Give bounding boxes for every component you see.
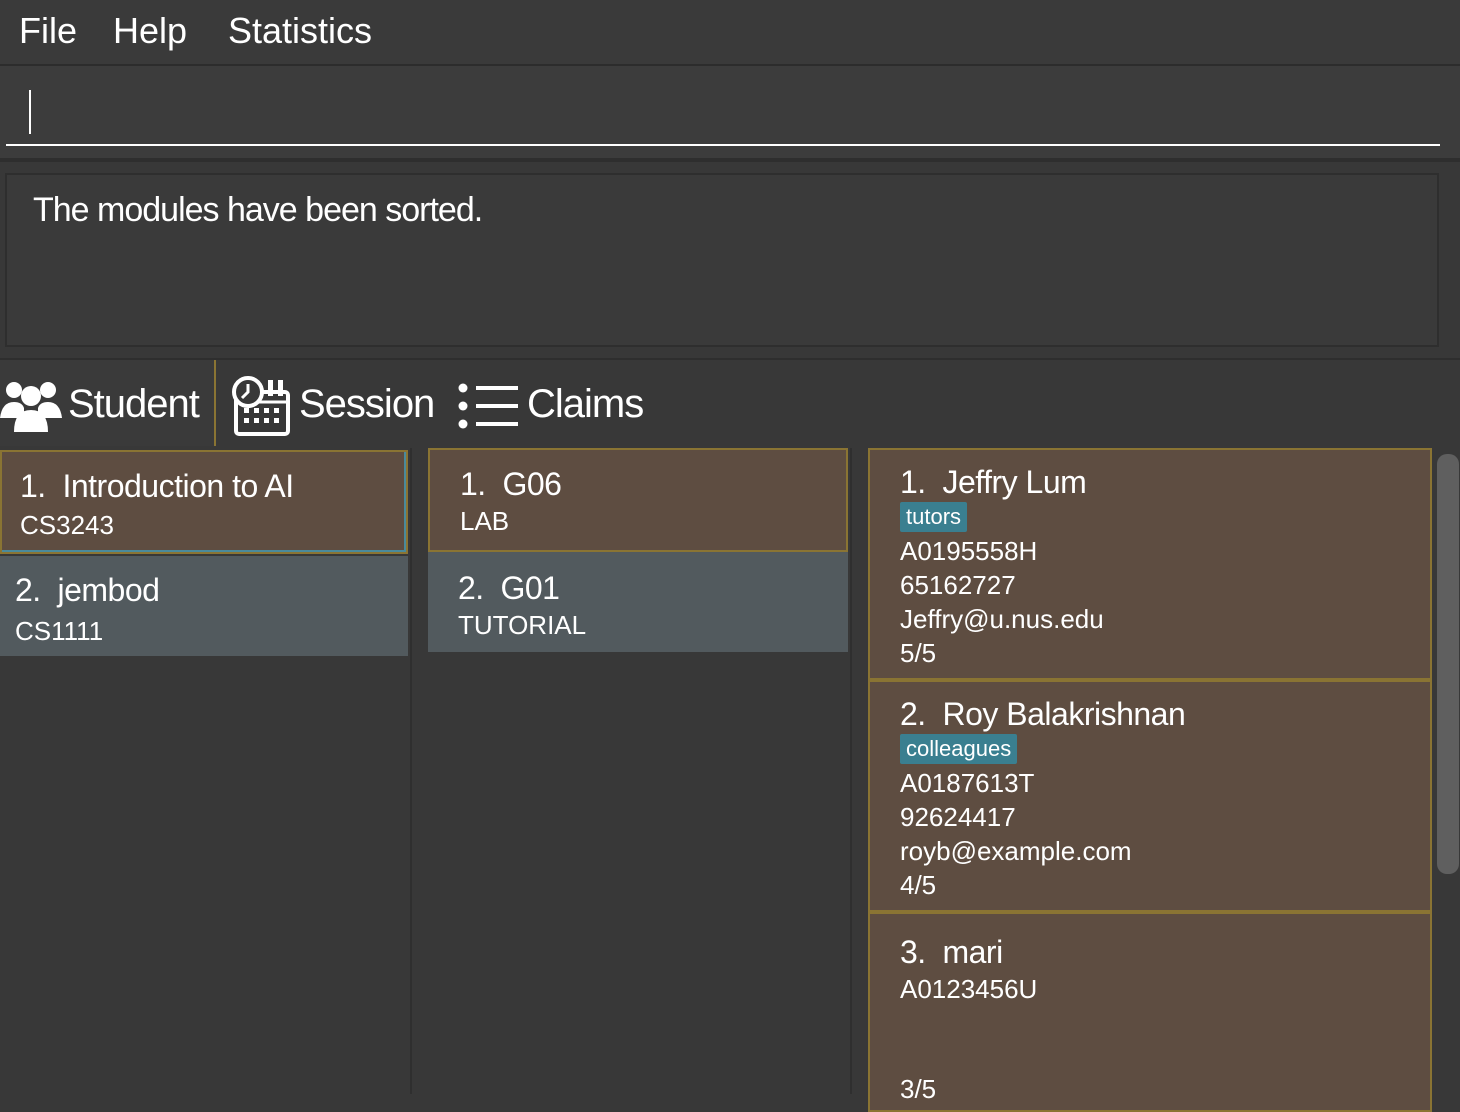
tab-session[interactable]: Session [218,360,438,446]
tab-session-label: Session [299,382,435,426]
student-matric: A0187613T [900,768,1035,798]
student-tag: tutors [900,502,968,532]
menu-help[interactable]: Help [113,10,187,52]
session-title: 1. G06 [460,466,562,502]
session-title: 2. G01 [458,570,560,606]
tab-claims-label: Claims [527,382,644,426]
student-tag: colleagues [900,734,1018,764]
tab-student[interactable]: Student [0,360,216,446]
student-email: Jeffry@u.nus.edu [900,604,1104,634]
students-icon [0,382,62,432]
student-phone: 65162727 [900,570,1016,600]
menu-statistics[interactable]: Statistics [228,10,372,52]
module-card[interactable]: 2. jembod CS1111 [0,556,408,656]
student-matric: A0195558H [900,536,1038,566]
student-list: 1. Jeffry Lum tutors A0195558H 65162727 … [868,448,1460,1112]
student-matric: A0123456U [900,974,1038,1004]
list-icon [458,383,518,429]
module-code: CS1111 [15,616,104,646]
tab-student-label: Student [68,382,200,426]
student-attendance: 4/5 [900,870,937,900]
calendar-clock-icon [232,376,290,436]
student-card[interactable]: 3. mari A0123456U 3/5 [868,912,1432,1112]
menu-bar: File Help Statistics [0,0,1460,66]
command-box [0,66,1460,162]
scrollbar-thumb[interactable] [1437,454,1459,874]
text-caret [29,90,31,134]
student-card[interactable]: 2. Roy Balakrishnan colleagues A0187613T… [868,680,1432,912]
student-name: 2. Roy Balakrishnan [900,696,1186,732]
session-type: TUTORIAL [458,610,587,640]
student-card[interactable]: 1. Jeffry Lum tutors A0195558H 65162727 … [868,448,1432,680]
session-type: LAB [460,506,510,536]
module-title: 2. jembod [15,572,160,608]
student-attendance: 3/5 [900,1074,937,1104]
session-list: 1. G06 LAB 2. G01 TUTORIAL [428,448,852,1094]
result-display: The modules have been sorted. [5,173,1439,347]
module-card[interactable]: 1. Introduction to AI CS3243 [0,450,408,554]
student-name: 3. mari [900,934,1003,970]
session-card[interactable]: 2. G01 TUTORIAL [428,552,848,652]
student-attendance: 5/5 [900,638,937,668]
module-list: 1. Introduction to AI CS3243 2. jembod C… [0,448,412,1094]
student-phone: 92624417 [900,802,1016,832]
menu-file[interactable]: File [19,10,77,52]
module-code: CS3243 [20,510,114,540]
student-name: 1. Jeffry Lum [900,464,1087,500]
result-message: The modules have been sorted. [33,191,483,229]
session-card[interactable]: 1. G06 LAB [428,448,848,552]
student-email: royb@example.com [900,836,1132,866]
command-input[interactable] [6,66,1440,146]
tab-claims[interactable]: Claims [450,360,660,446]
module-title: 1. Introduction to AI [20,468,294,504]
